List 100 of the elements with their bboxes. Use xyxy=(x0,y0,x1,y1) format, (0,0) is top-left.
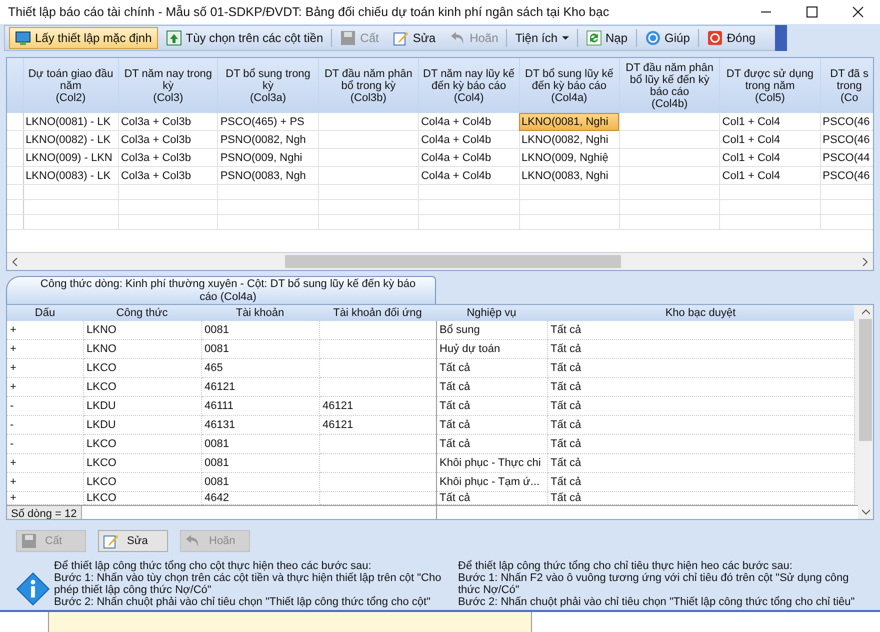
table-cell: - xyxy=(10,438,14,450)
toolbar-button[interactable]: Giúp xyxy=(638,27,696,49)
table-cell: Col3a + Col3b xyxy=(120,152,191,164)
table-cell: Huỷ dự toán xyxy=(440,343,500,355)
close-icon[interactable] xyxy=(852,6,864,18)
help-text: Bước 2: Nhấn chuột phải vào chỉ tiêu chọn "Thiết lập công thức tổng cho chỉ tiêu" xyxy=(458,596,856,608)
table-cell: Col3a + Col3b xyxy=(120,170,191,182)
table-cell: LKNO(0082) - LK xyxy=(26,134,111,146)
column-header[interactable]: DT đầu năm phân bổ trong kỳ (Col3b) xyxy=(318,58,419,113)
table-cell: LKCO xyxy=(86,438,116,450)
table-cell: + xyxy=(10,324,16,336)
column-header[interactable]: DT năm nay lũy kế đến kỳ báo cáo (Col4) xyxy=(418,58,519,113)
table-cell: Tất cả xyxy=(550,419,582,431)
table-cell: Col1 + Col4 xyxy=(722,152,780,164)
monitor-icon xyxy=(15,30,31,46)
table-cell: LKCO xyxy=(86,381,116,393)
table-cell: Khôi phục - Thực chi xyxy=(440,457,541,469)
table-cell: LKDU xyxy=(86,419,116,431)
horizontal-scrollbar[interactable] xyxy=(7,252,873,270)
table-cell: Tất cả xyxy=(550,324,582,336)
column-header[interactable]: DT đã s trong (Co xyxy=(820,58,873,113)
table-cell: Tất cả xyxy=(440,381,470,393)
table-cell: Col3a + Col3b xyxy=(120,134,191,146)
column-header[interactable]: Tài khoản đối ứng xyxy=(319,305,436,321)
table-cell: 46111 xyxy=(204,400,234,412)
table-cell: Tất cả xyxy=(550,476,582,488)
help-text: Bước 2: Nhấn chuột phải vào chỉ tiêu chọn "Thiết lập công thức tổng cho cột" xyxy=(54,596,432,608)
help-icon xyxy=(644,30,661,46)
table-cell: LKNO(009, Nghiệ xyxy=(522,152,608,164)
upload-icon xyxy=(166,30,182,46)
table-cell: LKNO(0081) - LK xyxy=(26,116,111,128)
column-header[interactable]: DT năm nay trong kỳ (Col3) xyxy=(118,58,218,113)
window-title: Thiết lập báo cáo tài chính - Mẫu số 01-SDKP/ĐVDT: Bảng đối chiếu dự toán kinh phí ngân sách tại Kho bạc xyxy=(8,5,610,19)
table-cell: PSCO(465) + PS xyxy=(220,116,304,128)
toolbar-button[interactable]: Lấy thiết lập mặc định xyxy=(9,27,158,49)
column-header[interactable]: DT bổ sung trong kỳ (Col3a) xyxy=(218,58,318,113)
info-icon xyxy=(16,572,50,606)
table-cell: + xyxy=(10,343,16,355)
table-cell: Tất cả xyxy=(550,362,582,374)
pencil-icon xyxy=(392,30,409,46)
pencil-icon xyxy=(103,533,119,549)
table-cell: LKCO xyxy=(86,492,116,504)
undo-icon xyxy=(185,533,201,549)
table-cell: Tất cả xyxy=(550,381,582,393)
table-cell: + xyxy=(10,476,16,488)
action-button[interactable]: Sửa xyxy=(98,530,168,552)
toolbar-button[interactable]: Tùy chọn trên các cột tiền xyxy=(160,27,330,49)
table-cell: PSCO(46 xyxy=(822,170,870,182)
table-cell: Khôi phục - Tạm ứ... xyxy=(440,476,540,488)
undo-icon xyxy=(450,30,466,46)
column-header[interactable]: Tài khoản xyxy=(201,305,319,321)
table-cell: Col4a + Col4b xyxy=(421,116,492,128)
table-cell: Tất cả xyxy=(550,457,582,469)
help-text: Bước 1: Nhấn F2 vào ô vuông tương ứng với chỉ tiêu đó trên cột "Sử dụng công thức Nợ/Có" xyxy=(458,572,850,596)
table-cell: Col4a + Col4b xyxy=(421,134,492,146)
maximize-icon[interactable] xyxy=(806,6,818,18)
table-cell: LKNO(009) - LKN xyxy=(26,152,112,164)
table-cell: Tất cả xyxy=(550,343,582,355)
table-cell: + xyxy=(10,362,16,374)
table-cell: + xyxy=(10,492,16,504)
utilities-menu[interactable]: Tiện ích xyxy=(509,27,574,49)
table-cell: + xyxy=(10,457,16,469)
table-cell: LKNO(0082, Nghi xyxy=(522,134,608,146)
table-cell: 0081 xyxy=(204,438,229,450)
table-cell: Tất cả xyxy=(550,438,582,450)
table-cell: LKNO(0083, Nghi xyxy=(522,170,608,182)
column-header[interactable]: DT đầu năm phân bổ lũy kế đến kỳ báo cáo (Col4b) xyxy=(619,58,720,113)
column-header[interactable]: Dự toán giao đầu năm (Col2) xyxy=(23,58,118,113)
refresh-icon xyxy=(586,30,602,46)
table-cell: + xyxy=(10,381,16,393)
table-cell: 0081 xyxy=(204,343,229,355)
column-header[interactable]: DT bổ sung lũy kế đến kỳ báo cáo (Col4a) xyxy=(519,58,620,113)
column-header[interactable]: DT được sử dụng trong năm (Col5) xyxy=(720,58,820,113)
help-text: Bước 1: Nhấn vào tùy chọn trên các cột tiền và thực hiện thiết lập trên cột "Cho phép thiết lập công thức Nợ/Có" xyxy=(54,572,442,596)
table-cell: 0081 xyxy=(204,476,229,488)
table-cell: 0081 xyxy=(204,324,229,336)
table-cell: 0081 xyxy=(204,457,229,469)
table-cell: - xyxy=(10,419,14,431)
column-header[interactable]: Dấu xyxy=(7,305,83,321)
formula-tab[interactable]: Công thức dòng: Kinh phí thường xuyên - Cột: DT bổ sung lũy kế đến kỳ báo cáo (Col4a) xyxy=(6,276,436,304)
toolbar-button[interactable]: Sửa xyxy=(386,27,442,49)
table-cell: 46121 xyxy=(204,381,236,393)
toolbar-button[interactable]: Nạp xyxy=(580,27,634,49)
table-cell: Col1 + Col4 xyxy=(722,170,780,182)
table-cell: Bổ sung xyxy=(440,324,480,336)
table-cell: LKCO xyxy=(86,476,116,488)
column-header[interactable]: Kho bạc duyệt xyxy=(547,305,854,321)
table-cell: 46121 xyxy=(322,419,354,431)
table-cell: PSNO(0082, Ngh xyxy=(220,134,306,146)
toolbar-button[interactable]: Đóng xyxy=(700,27,762,49)
table-cell: LKCO xyxy=(86,457,116,469)
table-cell: - xyxy=(10,400,14,412)
table-cell: Col1 + Col4 xyxy=(722,116,780,128)
table-cell: LKNO xyxy=(86,324,116,336)
table-cell: LKNO(0081, Nghi xyxy=(522,116,608,128)
column-header[interactable]: Công thức xyxy=(83,305,201,321)
column-header[interactable]: Nghiệp vụ xyxy=(436,305,547,321)
table-cell: Tất cả xyxy=(440,438,470,450)
table-cell: LKNO xyxy=(86,343,116,355)
table-cell: LKCO xyxy=(86,362,116,374)
